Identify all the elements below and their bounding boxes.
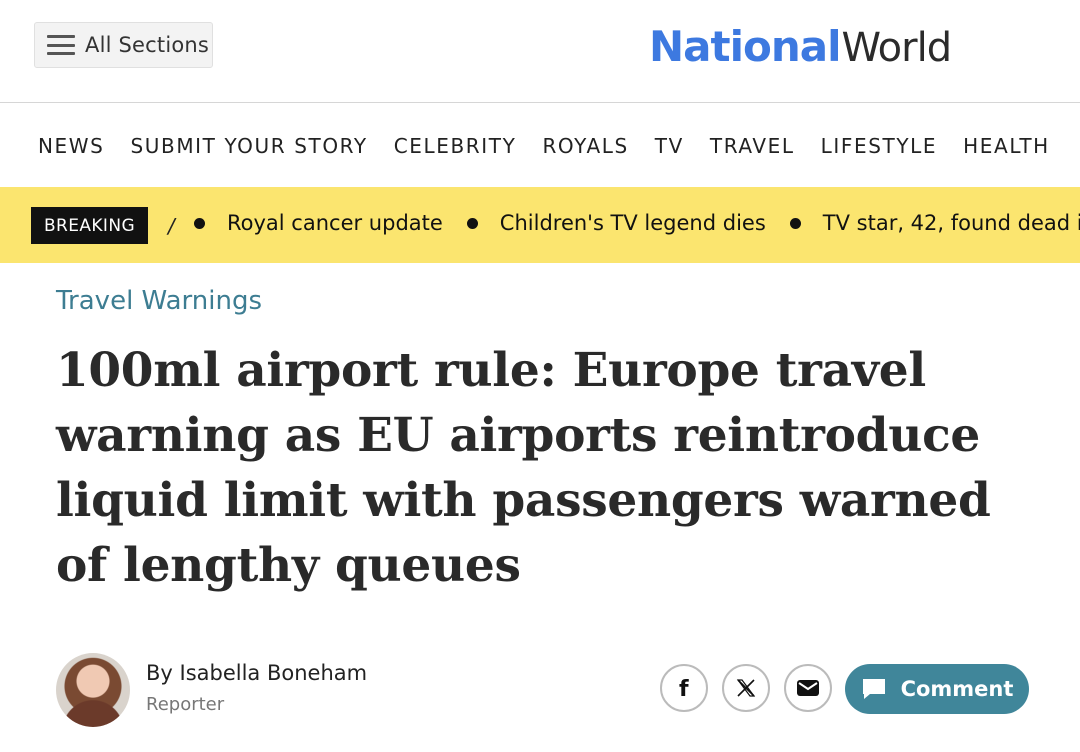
ticker-item[interactable]: Children's TV legend dies <box>466 211 766 235</box>
site-header: All Sections National World <box>0 0 1080 103</box>
share-email-button[interactable] <box>784 664 832 712</box>
bullet-icon <box>466 217 478 229</box>
share-x-button[interactable] <box>722 664 770 712</box>
bullet-icon <box>789 217 801 229</box>
all-sections-label: All Sections <box>85 33 210 57</box>
nav-item-celebrity[interactable]: CELEBRITY <box>394 134 517 158</box>
nav-item-health[interactable]: HEALTH <box>963 134 1050 158</box>
nav-item-news[interactable]: NEWS <box>38 134 104 158</box>
author-name[interactable]: By Isabella Boneham <box>146 661 367 685</box>
ticker-headline[interactable]: Royal cancer update <box>227 211 443 235</box>
article-headline: 100ml airport rule: Europe travel warnin… <box>56 343 991 593</box>
breaking-ticker: Royal cancer update Children's TV legend… <box>194 211 1080 235</box>
main-nav: NEWS SUBMIT YOUR STORY CELEBRITY ROYALS … <box>0 104 1080 187</box>
share-facebook-button[interactable]: f <box>660 664 708 712</box>
logo-national-text: National <box>649 22 841 71</box>
speech-bubble-icon <box>862 679 885 699</box>
facebook-glyph: f <box>679 677 689 700</box>
envelope-icon <box>797 680 819 696</box>
ticker-item[interactable]: Royal cancer update <box>194 211 443 235</box>
x-twitter-icon <box>736 679 756 697</box>
hamburger-menu-icon <box>47 35 75 55</box>
breaking-badge: BREAKING <box>31 207 148 244</box>
nav-item-submit-your-story[interactable]: SUBMIT YOUR STORY <box>130 134 367 158</box>
ticker-headline[interactable]: TV star, 42, found dead in flat <box>823 211 1080 235</box>
ticker-item[interactable]: TV star, 42, found dead in flat <box>789 211 1080 235</box>
article-category-link[interactable]: Travel Warnings <box>56 286 262 316</box>
ticker-headline[interactable]: Children's TV legend dies <box>500 211 766 235</box>
bullet-icon <box>194 217 205 229</box>
comment-button[interactable]: Comment <box>845 664 1029 714</box>
facebook-icon: f <box>679 677 689 700</box>
all-sections-button[interactable]: All Sections <box>34 22 213 68</box>
comment-label: Comment <box>900 677 1014 701</box>
author-avatar[interactable] <box>56 653 130 727</box>
author-role: Reporter <box>146 694 225 715</box>
breaking-separator: / <box>168 214 175 238</box>
nav-item-tv[interactable]: TV <box>655 134 684 158</box>
nav-item-lifestyle[interactable]: LIFESTYLE <box>821 134 938 158</box>
nationalworld-logo[interactable]: National World <box>649 22 952 72</box>
nav-item-royals[interactable]: ROYALS <box>542 134 628 158</box>
nav-item-travel[interactable]: TRAVEL <box>710 134 795 158</box>
breaking-news-bar: BREAKING / Royal cancer update Children'… <box>0 187 1080 263</box>
logo-world-text: World <box>841 25 952 71</box>
